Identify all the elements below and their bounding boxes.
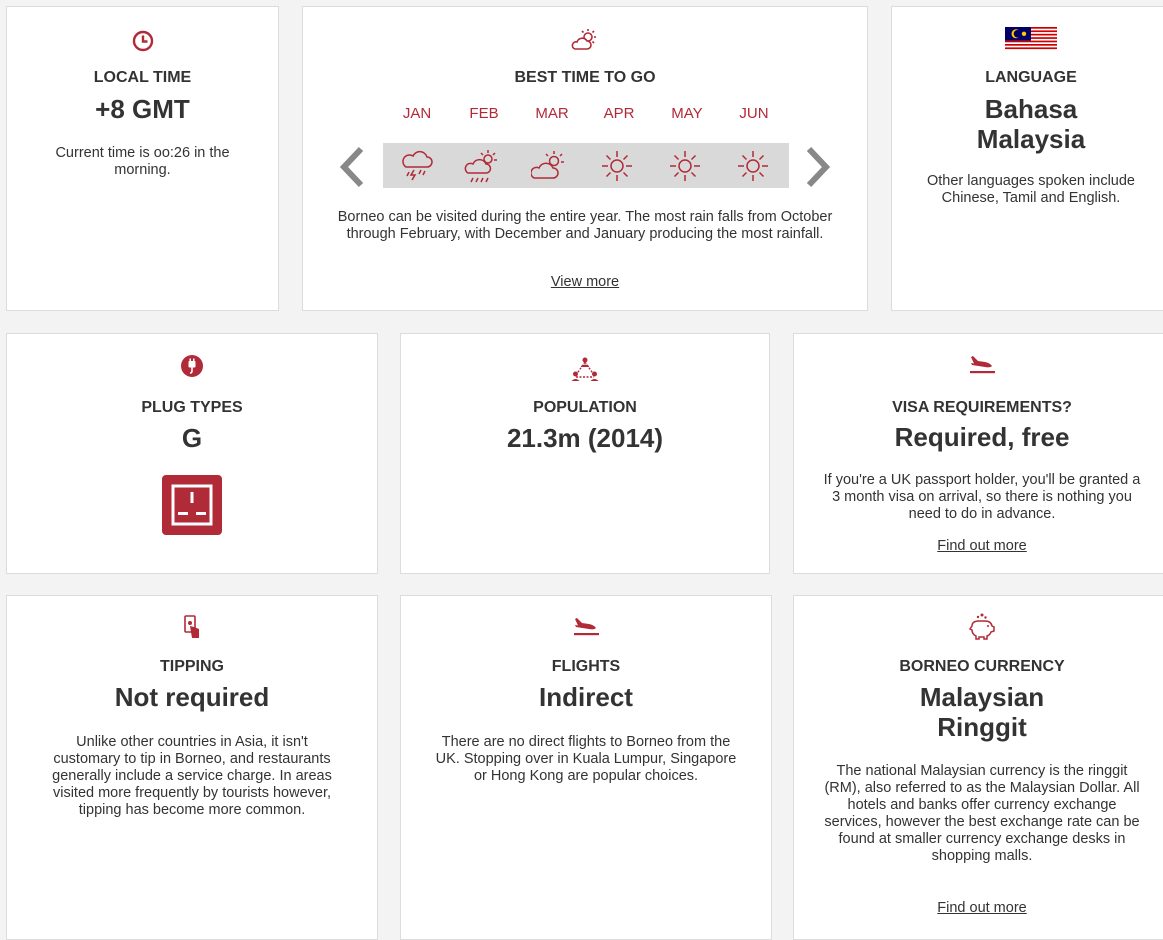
weather-strip [383, 143, 789, 188]
tipping-description: Unlike other countries in Asia, it isn't… [52, 734, 332, 818]
thunderstorm-icon [402, 150, 433, 181]
language-value-line2: Malaysia [976, 124, 1086, 154]
population-icon [571, 357, 599, 381]
clock-icon [132, 30, 153, 52]
currency-card: BORNEO CURRENCY Malaysian Ringgit The na… [793, 595, 1163, 940]
plug-types-label: PLUG TYPES [141, 399, 243, 416]
piggy-bank-icon [968, 613, 995, 640]
visa-label: VISA REQUIREMENTS? [892, 399, 1072, 416]
flights-card: FLIGHTS Indirect There are no direct fli… [400, 595, 772, 940]
population-card: POPULATION 21.3m (2014) [400, 333, 770, 574]
partly-cloudy-icon [531, 151, 564, 179]
view-more-link[interactable]: View more [303, 274, 867, 290]
language-description: Other languages spoken include Chinese, … [927, 173, 1135, 206]
best-time-description: Borneo can be visited during the entire … [337, 209, 833, 242]
plug-icon [181, 355, 203, 377]
local-time-card: LOCAL TIME +8 GMT Current time is oo:26 … [6, 6, 279, 311]
visa-find-out-more-link[interactable]: Find out more [794, 538, 1163, 554]
sunny-icon [738, 151, 768, 181]
sun-behind-rain-icon [464, 150, 497, 183]
language-value-line1: Bahasa [984, 94, 1078, 124]
best-time-card: BEST TIME TO GO JAN FEB MAR APR MAY JUN … [302, 6, 868, 311]
sun-cloud-icon [571, 29, 596, 50]
currency-description: The national Malaysian currency is the r… [824, 763, 1140, 864]
tipping-label: TIPPING [159, 658, 224, 675]
population-value: 21.3m (2014) [506, 423, 664, 453]
population-label: POPULATION [533, 399, 637, 416]
malaysia-flag-icon [1005, 27, 1057, 51]
plug-types-value: G [181, 423, 203, 453]
month-jan: JAN [402, 105, 432, 122]
plug-types-card: PLUG TYPES G [6, 333, 378, 574]
tipping-value: Not required [114, 682, 270, 712]
flights-value: Indirect [539, 682, 633, 712]
best-time-label: BEST TIME TO GO [514, 69, 656, 86]
tip-icon [184, 615, 199, 638]
month-jun: JUN [739, 105, 769, 122]
flights-description: There are no direct flights to Borneo fr… [435, 734, 737, 784]
language-card: LANGUAGE Bahasa Malaysia Other languages… [891, 6, 1163, 311]
local-time-description: Current time is oo:26 in the morning. [55, 145, 230, 178]
next-arrow-icon[interactable] [803, 146, 833, 188]
flights-label: FLIGHTS [551, 658, 621, 675]
airplane-landing-icon [574, 618, 599, 636]
local-time-value: +8 GMT [95, 94, 190, 124]
tipping-card: TIPPING Not required Unlike other countr… [6, 595, 378, 940]
currency-value-line1: Malaysian [919, 682, 1045, 712]
sunny-icon [602, 151, 632, 181]
currency-find-out-more-link[interactable]: Find out more [794, 900, 1163, 916]
airplane-landing-icon [970, 356, 995, 374]
month-mar: MAR [535, 105, 569, 122]
local-time-label: LOCAL TIME [93, 69, 192, 86]
month-feb: FEB [469, 105, 499, 122]
visa-value: Required, free [894, 422, 1070, 452]
prev-arrow-icon[interactable] [337, 146, 367, 188]
currency-label: BORNEO CURRENCY [899, 658, 1065, 675]
currency-value-line2: Ringgit [937, 712, 1027, 742]
month-may: MAY [671, 105, 703, 122]
sunny-icon [670, 151, 700, 181]
plug-type-g-icon [162, 475, 222, 535]
month-apr: APR [603, 105, 635, 122]
visa-card: VISA REQUIREMENTS? Required, free If you… [793, 333, 1163, 574]
visa-description: If you're a UK passport holder, you'll b… [823, 472, 1141, 522]
language-label: LANGUAGE [985, 69, 1077, 86]
